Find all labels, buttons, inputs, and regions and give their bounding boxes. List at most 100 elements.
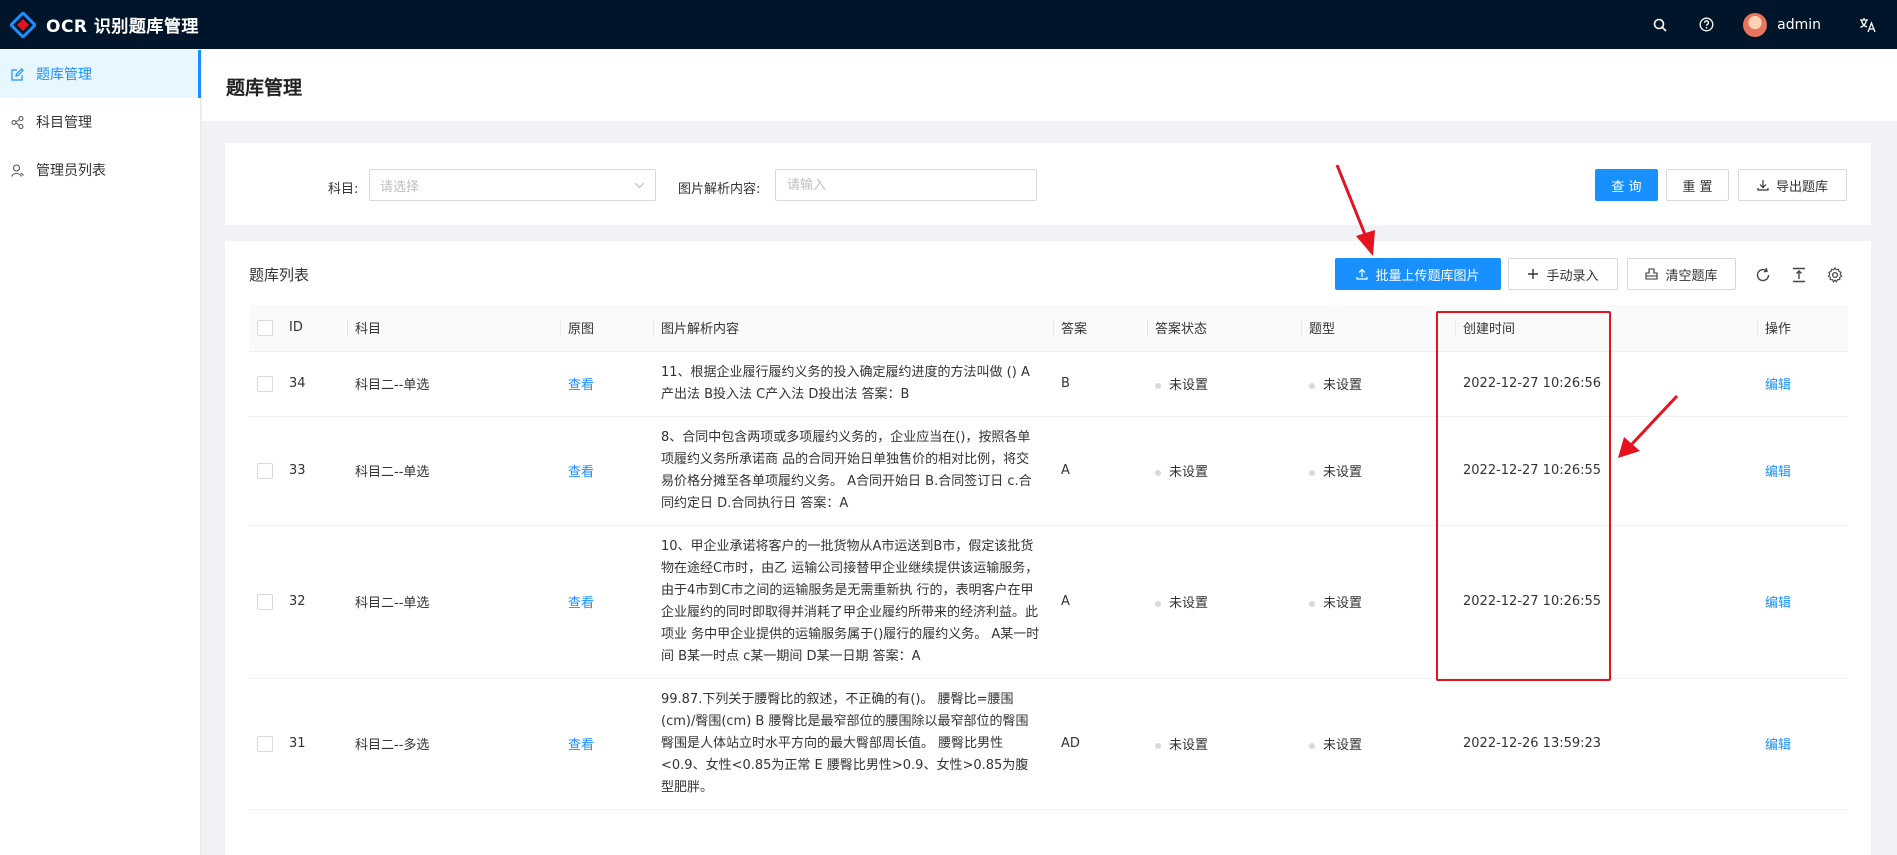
page-title: 题库管理 [226, 77, 303, 99]
sidebar-item-label: 科目管理 [36, 115, 92, 131]
cell-subject: 科目二--单选 [347, 525, 560, 679]
cell-created-time: 2022-12-27 10:26:56 [1455, 351, 1757, 417]
col-content: 图片解析内容 [653, 305, 1053, 352]
col-subject: 科目 [347, 305, 560, 352]
cell-actions: 编辑 [1757, 525, 1848, 679]
status-dot [1309, 600, 1315, 607]
query-button[interactable]: 查 询 [1595, 169, 1658, 201]
sidebar-item-subjects[interactable]: 科目管理 [0, 98, 200, 146]
cell-id: 32 [281, 525, 347, 679]
search-form: 科目: 请选择 图片解析内容: 查 询 重 置 导出题库 [225, 143, 1871, 225]
view-image-link[interactable]: 查看 [568, 465, 594, 480]
cell-subject: 科目二--单选 [347, 351, 560, 417]
table-row: 31 科目二--多选 查看 99.87.下列关于腰臀比的叙述，不正确的有()。 … [249, 678, 1848, 810]
search-icon[interactable] [1637, 0, 1683, 49]
username: admin [1777, 16, 1821, 33]
cell-content: 10、甲企业承诺将客户的一批货物从A市运送到B市，假定该批货物在途经C市时，由乙… [653, 525, 1053, 679]
cell-content: 11、根据企业履行履约义务的投入确定履约进度的方法叫做 () A产出法 B投入法… [653, 351, 1053, 417]
table-row: 34 科目二--单选 查看 11、根据企业履行履约义务的投入确定履约进度的方法叫… [249, 351, 1848, 417]
cell-subject: 科目二--多选 [347, 678, 560, 810]
translate-icon[interactable] [1845, 0, 1891, 49]
cell-created-time: 2022-12-27 10:26:55 [1455, 525, 1757, 679]
cell-type: 未设置 [1301, 351, 1455, 417]
edit-icon [10, 67, 24, 81]
col-id: ID [281, 305, 347, 352]
row-select-cell [249, 525, 281, 679]
cell-image: 查看 [560, 416, 653, 526]
column-height-icon[interactable] [1789, 265, 1809, 285]
question-table-card: 题库列表 批量上传题库图片 手动录入 清空题库 ID 科目 原图 图片解析内容 … [225, 241, 1871, 855]
avatar [1743, 12, 1768, 37]
page-header: 题库管理 [202, 49, 1897, 121]
sidebar-item-question-bank[interactable]: 题库管理 [0, 50, 201, 98]
reload-icon[interactable] [1753, 265, 1773, 285]
content-search-input[interactable] [775, 169, 1037, 201]
col-answer: 答案 [1053, 305, 1147, 352]
export-button[interactable]: 导出题库 [1738, 169, 1847, 201]
cell-type: 未设置 [1301, 416, 1455, 526]
cell-subject: 科目二--单选 [347, 416, 560, 526]
sidebar: 题库管理 科目管理 管理员列表 [0, 49, 201, 855]
row-checkbox[interactable] [257, 593, 273, 610]
settings-icon[interactable] [1825, 265, 1845, 285]
sidebar-item-admins[interactable]: 管理员列表 [0, 146, 200, 194]
cell-id: 34 [281, 351, 347, 417]
status-dot [1155, 600, 1161, 607]
type-text: 未设置 [1323, 596, 1363, 611]
app-title: OCR 识别题库管理 [46, 17, 199, 37]
app-logo[interactable]: OCR 识别题库管理 [0, 11, 199, 38]
select-all-checkbox[interactable] [257, 319, 273, 336]
row-checkbox[interactable] [257, 462, 273, 479]
edit-link[interactable]: 编辑 [1765, 378, 1791, 393]
edit-link[interactable]: 编辑 [1765, 738, 1791, 753]
type-text: 未设置 [1323, 465, 1363, 480]
cell-actions: 编辑 [1757, 416, 1848, 526]
question-table: ID 科目 原图 图片解析内容 答案 答案状态 题型 创建时间 操作 34 科目… [249, 305, 1848, 810]
subject-select[interactable]: 请选择 [369, 169, 656, 201]
cell-content: 99.87.下列关于腰臀比的叙述，不正确的有()。 腰臀比=腰围(cm)/臀围(… [653, 678, 1053, 810]
cell-created-time: 2022-12-27 10:26:55 [1455, 416, 1757, 526]
answer-status-text: 未设置 [1169, 738, 1209, 753]
sidebar-item-label: 管理员列表 [36, 163, 106, 179]
cell-id: 33 [281, 416, 347, 526]
subject-select-placeholder: 请选择 [380, 179, 420, 195]
row-checkbox[interactable] [257, 735, 273, 752]
user-icon [10, 163, 24, 177]
user-menu[interactable]: admin [1729, 12, 1845, 37]
table-row: 33 科目二--单选 查看 8、合同中包含两项或多项履约义务的，企业应当在()，… [249, 416, 1848, 526]
table-title: 题库列表 [249, 266, 310, 284]
row-select-cell [249, 416, 281, 526]
view-image-link[interactable]: 查看 [568, 378, 594, 393]
manual-entry-button[interactable]: 手动录入 [1508, 258, 1618, 290]
col-answer-status: 答案状态 [1147, 305, 1301, 352]
status-dot [1309, 382, 1315, 389]
help-icon[interactable] [1683, 0, 1729, 49]
view-image-link[interactable]: 查看 [568, 596, 594, 611]
type-text: 未设置 [1323, 738, 1363, 753]
clear-bank-button[interactable]: 清空题库 [1627, 258, 1736, 290]
answer-status-text: 未设置 [1169, 465, 1209, 480]
reset-button[interactable]: 重 置 [1666, 169, 1729, 201]
clear-bank-label: 清空题库 [1665, 268, 1718, 284]
cell-actions: 编辑 [1757, 351, 1848, 417]
type-text: 未设置 [1323, 378, 1363, 393]
cell-answer: A [1053, 525, 1147, 679]
answer-status-text: 未设置 [1169, 378, 1209, 393]
edit-link[interactable]: 编辑 [1765, 596, 1791, 611]
batch-upload-button[interactable]: 批量上传题库图片 [1335, 258, 1501, 290]
view-image-link[interactable]: 查看 [568, 738, 594, 753]
plus-icon [1528, 269, 1539, 279]
share-nodes-icon [10, 115, 24, 129]
cell-image: 查看 [560, 678, 653, 810]
select-all-cell [249, 305, 281, 352]
cell-type: 未设置 [1301, 525, 1455, 679]
cell-image: 查看 [560, 351, 653, 417]
col-image: 原图 [560, 305, 653, 352]
export-button-label: 导出题库 [1775, 179, 1828, 195]
edit-link[interactable]: 编辑 [1765, 465, 1791, 480]
sidebar-item-label: 题库管理 [36, 67, 92, 83]
row-checkbox[interactable] [257, 375, 273, 392]
cell-answer-status: 未设置 [1147, 525, 1301, 679]
manual-entry-label: 手动录入 [1546, 268, 1599, 284]
cell-answer: B [1053, 351, 1147, 417]
